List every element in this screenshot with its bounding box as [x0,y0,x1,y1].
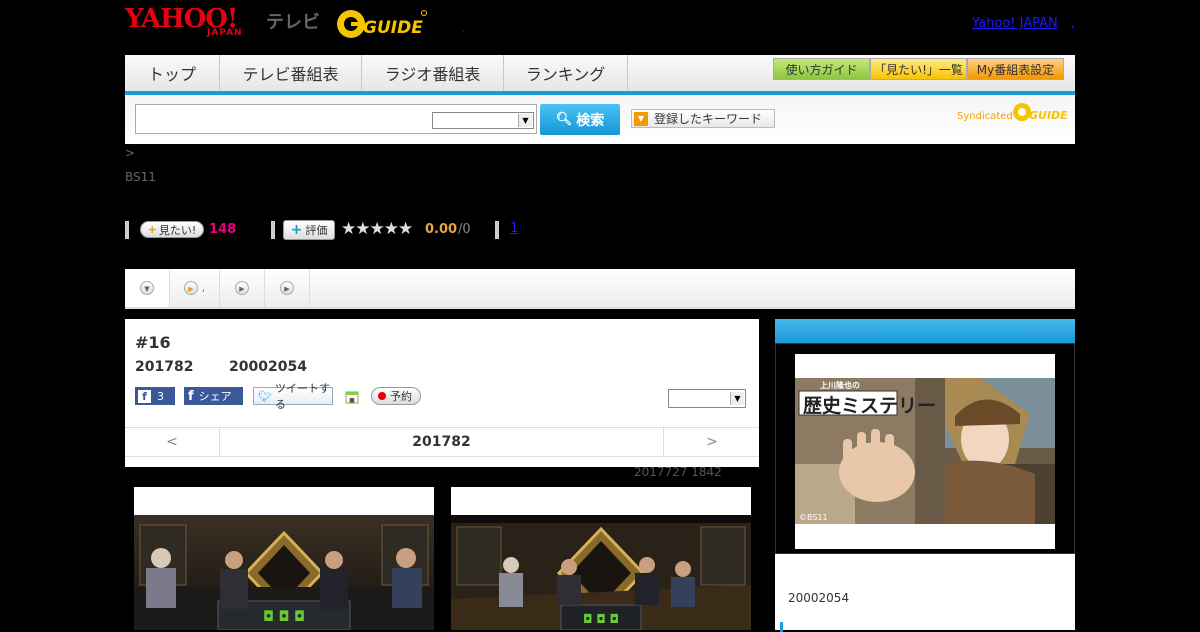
facebook-count: 3 [157,389,164,403]
subtab-4[interactable]: ▶ [265,269,310,307]
chevron-down-icon: ▼ [518,114,532,127]
nav-tab-top[interactable]: トップ [125,55,220,91]
plus-icon: + [290,222,303,238]
want-to-watch-label: 見たい! [158,223,197,237]
calendar-icon[interactable]: ■ [344,388,360,404]
want-count: 148 [209,222,237,237]
divider [271,221,275,239]
main-nav: トップ テレビ番組表 ラジオ番組表 ランキング 使い方ガイド 「見たい!」一覧 … [125,55,1075,95]
chevron-down-icon: ▼ [140,281,154,295]
yahoo-japan-link[interactable]: Yahoo! JAPAN [972,16,1058,31]
rate-button[interactable]: + 評価 [283,220,335,240]
review-link[interactable]: 1 [510,221,518,236]
search-icon: 🔍︎ [555,112,573,127]
chevron-down-icon: ▼ [730,392,744,405]
rating-count: /0 [458,222,471,237]
play-icon: ▶ [235,281,249,295]
play-icon: ▶ [280,281,294,295]
want-to-watch-button[interactable]: + 見たい! [140,221,204,238]
syndicated-label: Syndicated [957,111,1013,122]
subtab-3[interactable]: ▶ [220,269,265,307]
pager-prev[interactable]: < [125,428,220,456]
program-poster-box: 上川隆也の 歴史ミステリー ©BS11 [775,343,1075,554]
episode-photo-2[interactable]: ◘ ◘ ◘ [451,487,751,630]
gguide-logo[interactable]: GUIDE [335,8,427,40]
divider [125,221,129,239]
registered-keywords-label: 登録したキーワード [654,112,763,126]
last-updated: 2017727 1842 [634,465,722,479]
svg-text:◘ ◘ ◘: ◘ ◘ ◘ [263,609,305,625]
date-pager: < 201782 > [125,427,759,457]
svg-text:■: ■ [349,397,355,404]
rate-label: 評価 [305,224,328,237]
subtab-1[interactable]: ▼ [125,269,170,307]
yahoo-japan-logo-text: JAPAN [207,28,243,38]
facebook-icon: f [138,389,151,403]
svg-text:◘ ◘ ◘: ◘ ◘ ◘ [583,612,619,626]
nav-tab-ranking[interactable]: ランキング [504,55,628,91]
sidebar-header [775,319,1075,343]
my-schedule-settings-button[interactable]: My番組表設定 [967,58,1064,80]
sidebar-broadcast-time: 20002054 [788,591,850,605]
poster-title: 歴史ミステリー [803,395,936,417]
facebook-share-button[interactable]: f シェア [184,387,243,405]
tweet-button[interactable]: 🐦︎ ツイートする [253,382,333,411]
pager-next[interactable]: > [663,428,760,456]
program-poster[interactable]: 上川隆也の 歴史ミステリー ©BS11 [795,354,1055,549]
search-button[interactable]: 🔍︎ 検索 [540,104,620,135]
svg-text:GUIDE: GUIDE [1029,109,1067,122]
divider [495,221,499,239]
nav-tab-radio-schedule[interactable]: ラジオ番組表 [362,55,504,91]
subtab-2[interactable]: ▶, [170,269,220,307]
facebook-icon: f [188,388,194,404]
episode-card: #16 201782 20002054 f 3 f シェア 🐦︎ ツイートする … [125,319,759,467]
rating-value: 0.00 [425,222,458,237]
sidebar-accent-bar [780,622,783,632]
record-icon [378,392,386,400]
episode-select[interactable]: ▼ [668,389,746,408]
broadcast-time: 20002054 [229,359,307,375]
facebook-share-label: シェア [198,390,232,403]
poster-small-title: 上川隆也の [820,380,860,390]
episode-photo-1[interactable]: ◘ ◘ ◘ [134,487,434,630]
pager-current-date: 201782 [412,434,471,450]
sidebar-info: 20002054 [775,554,1075,632]
plus-icon: + [147,223,157,236]
search-bar: ▼ 🔍︎ 検索 ▼ 登録したキーワード Syndicated GUIDE [125,95,1075,144]
svg-text:GUIDE: GUIDE [363,18,423,38]
header-separator: , [1071,16,1076,31]
twitter-icon: 🐦︎ [258,389,272,403]
episode-number: #16 [135,333,171,352]
channel-name: BS11 [125,170,156,184]
header-dot: . [462,24,466,35]
play-icon: ▶ [183,281,198,295]
rating-stars: ★★★★★ [341,219,413,239]
registered-keywords-button[interactable]: ▼ 登録したキーワード [631,109,775,128]
sub-tabs: ▼ ▶, ▶ ▶ [125,269,1075,309]
broadcast-date: 201782 [135,359,194,375]
usage-guide-button[interactable]: 使い方ガイド [773,58,870,80]
reserve-recording-button[interactable]: 予約 [371,387,421,405]
search-button-label: 検索 [576,112,605,129]
tweet-label: ツイートする [274,382,330,411]
nav-tab-tv-schedule[interactable]: テレビ番組表 [220,55,362,91]
reserve-label: 予約 [390,390,412,403]
triangle-down-icon: ▼ [634,111,648,126]
breadcrumb: > [125,146,136,160]
poster-credit: ©BS11 [799,513,828,522]
search-category-select[interactable]: ▼ [432,112,534,129]
facebook-count-button[interactable]: f 3 [135,387,175,405]
tv-label: テレビ [266,12,320,33]
want-list-button[interactable]: 「見たい!」一覧 [870,58,967,80]
